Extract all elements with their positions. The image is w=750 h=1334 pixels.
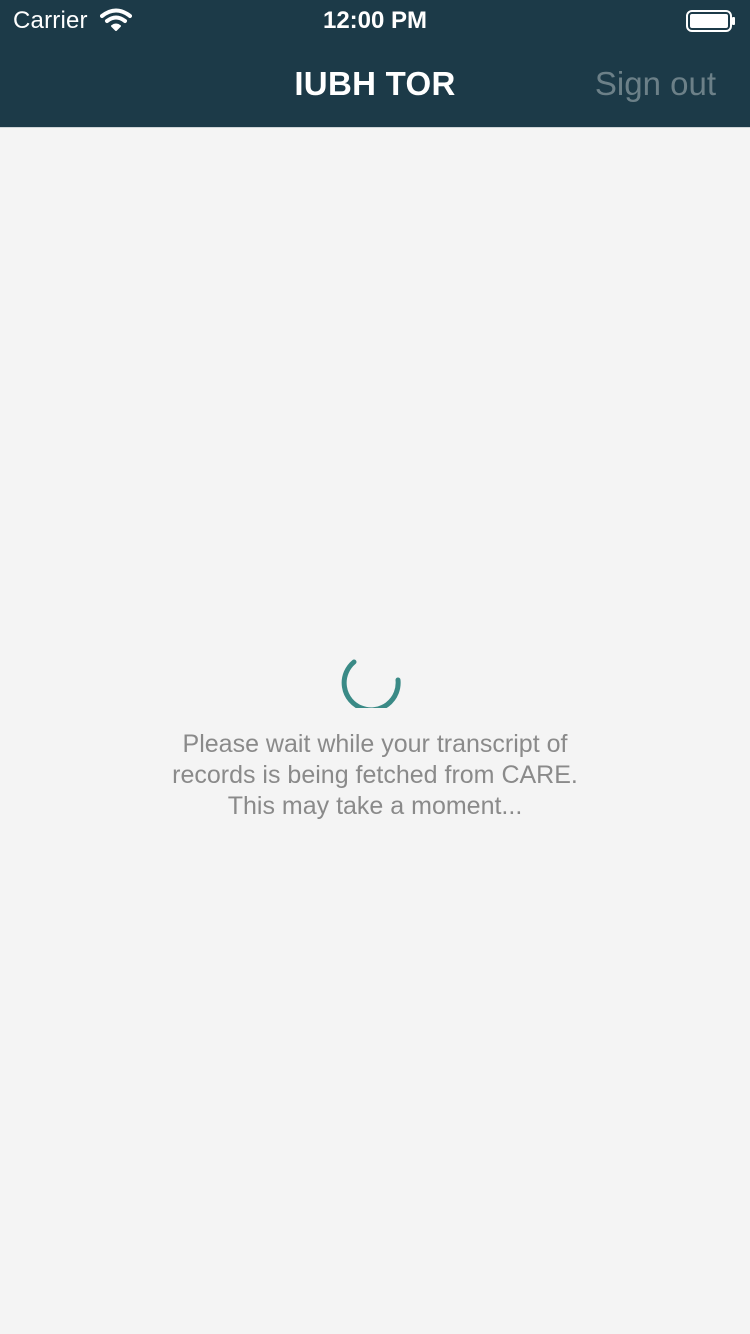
spinner-icon bbox=[341, 659, 401, 708]
sign-out-button[interactable]: Sign out bbox=[595, 64, 716, 104]
app-header: Carrier 12:00 PM IUBH TOR Sign out bbox=[0, 0, 750, 128]
navigation-bar: IUBH TOR Sign out bbox=[0, 40, 750, 128]
status-bar: Carrier 12:00 PM bbox=[0, 0, 750, 40]
loading-message-line-3: This may take a moment... bbox=[227, 792, 523, 820]
loading-message-line-1: Please wait while your transcript of bbox=[182, 730, 568, 758]
loading-message-line-2: records is being fetched from CARE. bbox=[172, 761, 578, 789]
clock-time: 12:00 PM bbox=[322, 7, 428, 34]
battery-icon bbox=[686, 10, 735, 32]
loading-message: Please wait while your transcript of rec… bbox=[100, 729, 650, 822]
